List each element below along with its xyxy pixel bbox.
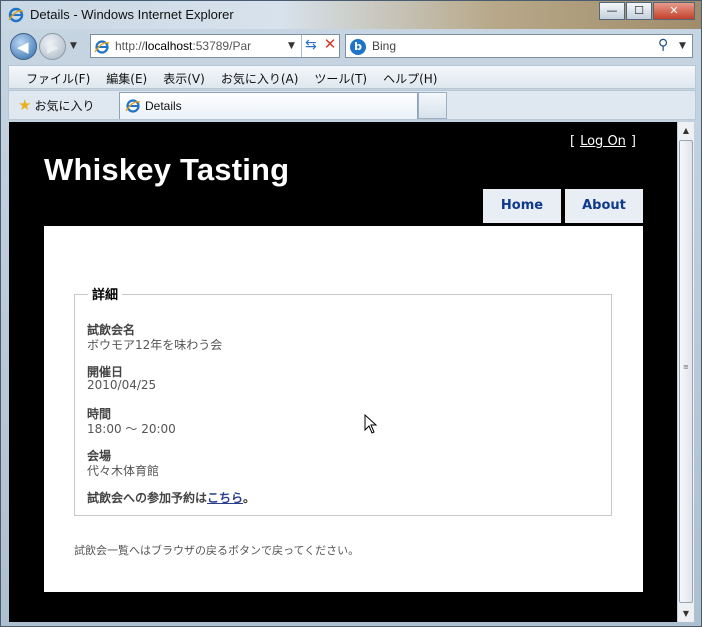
address-divider — [301, 35, 302, 57]
ie-icon — [8, 7, 24, 23]
address-rest: :53789/Par — [192, 39, 252, 53]
new-tab-button[interactable] — [418, 92, 447, 119]
vertical-scrollbar[interactable]: ▲ ≡ ▼ — [677, 122, 694, 622]
search-dropdown-icon[interactable]: ▼ — [679, 41, 686, 51]
menu-favorites[interactable]: お気に入り(A) — [212, 66, 306, 88]
maximize-button[interactable]: ☐ — [626, 2, 652, 20]
forward-arrow-icon: ▶ — [47, 38, 59, 56]
reservation-prefix: 試飲会への参加予約は — [87, 491, 208, 505]
search-box[interactable]: b Bing ⚲ ▼ — [345, 34, 693, 58]
search-input[interactable]: Bing — [372, 39, 396, 53]
favorites-star-icon: ★ — [18, 96, 32, 114]
search-icon[interactable]: ⚲ — [658, 37, 668, 53]
recent-pages-dropdown[interactable]: ▼ — [70, 41, 77, 51]
reservation-note: 試飲会への参加予約はこちら。 — [87, 489, 255, 506]
reservation-suffix: 。 — [243, 491, 256, 505]
close-button[interactable]: ✕ — [653, 2, 695, 20]
address-host: localhost — [145, 39, 193, 53]
field-value-time: 18:00 ～ 20:00 — [87, 422, 176, 436]
site-title: Whiskey Tasting — [44, 152, 290, 187]
field-value-event-name: ボウモア12年を味わう会 — [87, 338, 223, 352]
details-fieldset: 詳細 試飲会名 ボウモア12年を味わう会 開催日 2010/04/25 時間 1… — [74, 284, 612, 516]
tab-ie-icon — [125, 99, 141, 113]
log-on-link[interactable]: Log On — [580, 134, 626, 149]
scroll-grip-icon: ≡ — [683, 363, 689, 371]
page-viewport: [ Log On] Whiskey Tasting Home About 詳細 試… — [9, 122, 677, 622]
window-controls: — ☐ ✕ — [598, 2, 695, 20]
back-instruction: 試飲会一覧へはブラウザの戻るボタンで戻ってください。 — [74, 544, 360, 557]
address-bar[interactable]: http://localhost:53789/Par ▼ ⇆ ✕ — [90, 34, 340, 58]
menu-view[interactable]: 表示(V) — [154, 66, 212, 88]
address-prefix: http:// — [115, 39, 146, 53]
stop-icon[interactable]: ✕ — [321, 35, 339, 57]
menu-edit[interactable]: 編集(E) — [97, 66, 154, 88]
menu-tools[interactable]: ツール(T) — [305, 66, 374, 88]
reservation-link[interactable]: こちら — [207, 491, 243, 505]
favorites-label: お気に入り — [34, 99, 95, 113]
minimize-button[interactable]: — — [599, 2, 625, 20]
field-value-venue: 代々木体育館 — [87, 464, 160, 478]
window-title: Details - Windows Internet Explorer — [30, 7, 234, 22]
menu-file[interactable]: ファイル(F) — [17, 66, 97, 88]
scroll-down-arrow-icon[interactable]: ▼ — [678, 605, 694, 622]
back-button[interactable]: ◀ — [10, 33, 37, 60]
bing-icon: b — [350, 39, 366, 55]
login-bracket-close: ] — [630, 134, 636, 149]
field-value-date: 2010/04/25 — [87, 378, 157, 392]
mouse-cursor-icon — [364, 414, 378, 434]
address-dropdown-icon[interactable]: ▼ — [288, 41, 295, 51]
login-display: [ Log On] — [570, 134, 636, 149]
back-arrow-icon: ◀ — [17, 38, 29, 56]
menu-help[interactable]: ヘルプ(H) — [374, 66, 444, 88]
favorites-button[interactable]: ★ お気に入り — [18, 96, 94, 114]
address-input[interactable]: http://localhost:53789/Par — [115, 39, 267, 53]
menu-bar: ファイル(F) 編集(E) 表示(V) お気に入り(A) ツール(T) ヘルプ(… — [8, 65, 696, 89]
navigation-bar: ◀ ▶ ▼ http://localhost:53789/Par ▼ ⇆ ✕ b… — [1, 29, 701, 63]
tab-label: Details — [145, 99, 182, 113]
refresh-icon[interactable]: ⇆ — [305, 37, 317, 53]
login-bracket-open: [ — [570, 134, 576, 149]
forward-button[interactable]: ▶ — [39, 33, 66, 60]
page-ie-icon — [94, 40, 110, 54]
tab-details[interactable]: Details — [119, 92, 418, 119]
browser-window: Details - Windows Internet Explorer — ☐ … — [0, 0, 702, 627]
main-content: 詳細 試飲会名 ボウモア12年を味わう会 開催日 2010/04/25 時間 1… — [44, 226, 643, 592]
title-bar: Details - Windows Internet Explorer — ☐ … — [1, 1, 701, 29]
tab-bar: ★ お気に入り Details — [8, 90, 696, 120]
nav-about-link[interactable]: About — [565, 189, 643, 223]
nav-home-link[interactable]: Home — [483, 189, 561, 223]
scroll-thumb[interactable]: ≡ — [679, 140, 693, 603]
details-legend: 詳細 — [88, 284, 123, 303]
scroll-up-arrow-icon[interactable]: ▲ — [678, 122, 694, 139]
